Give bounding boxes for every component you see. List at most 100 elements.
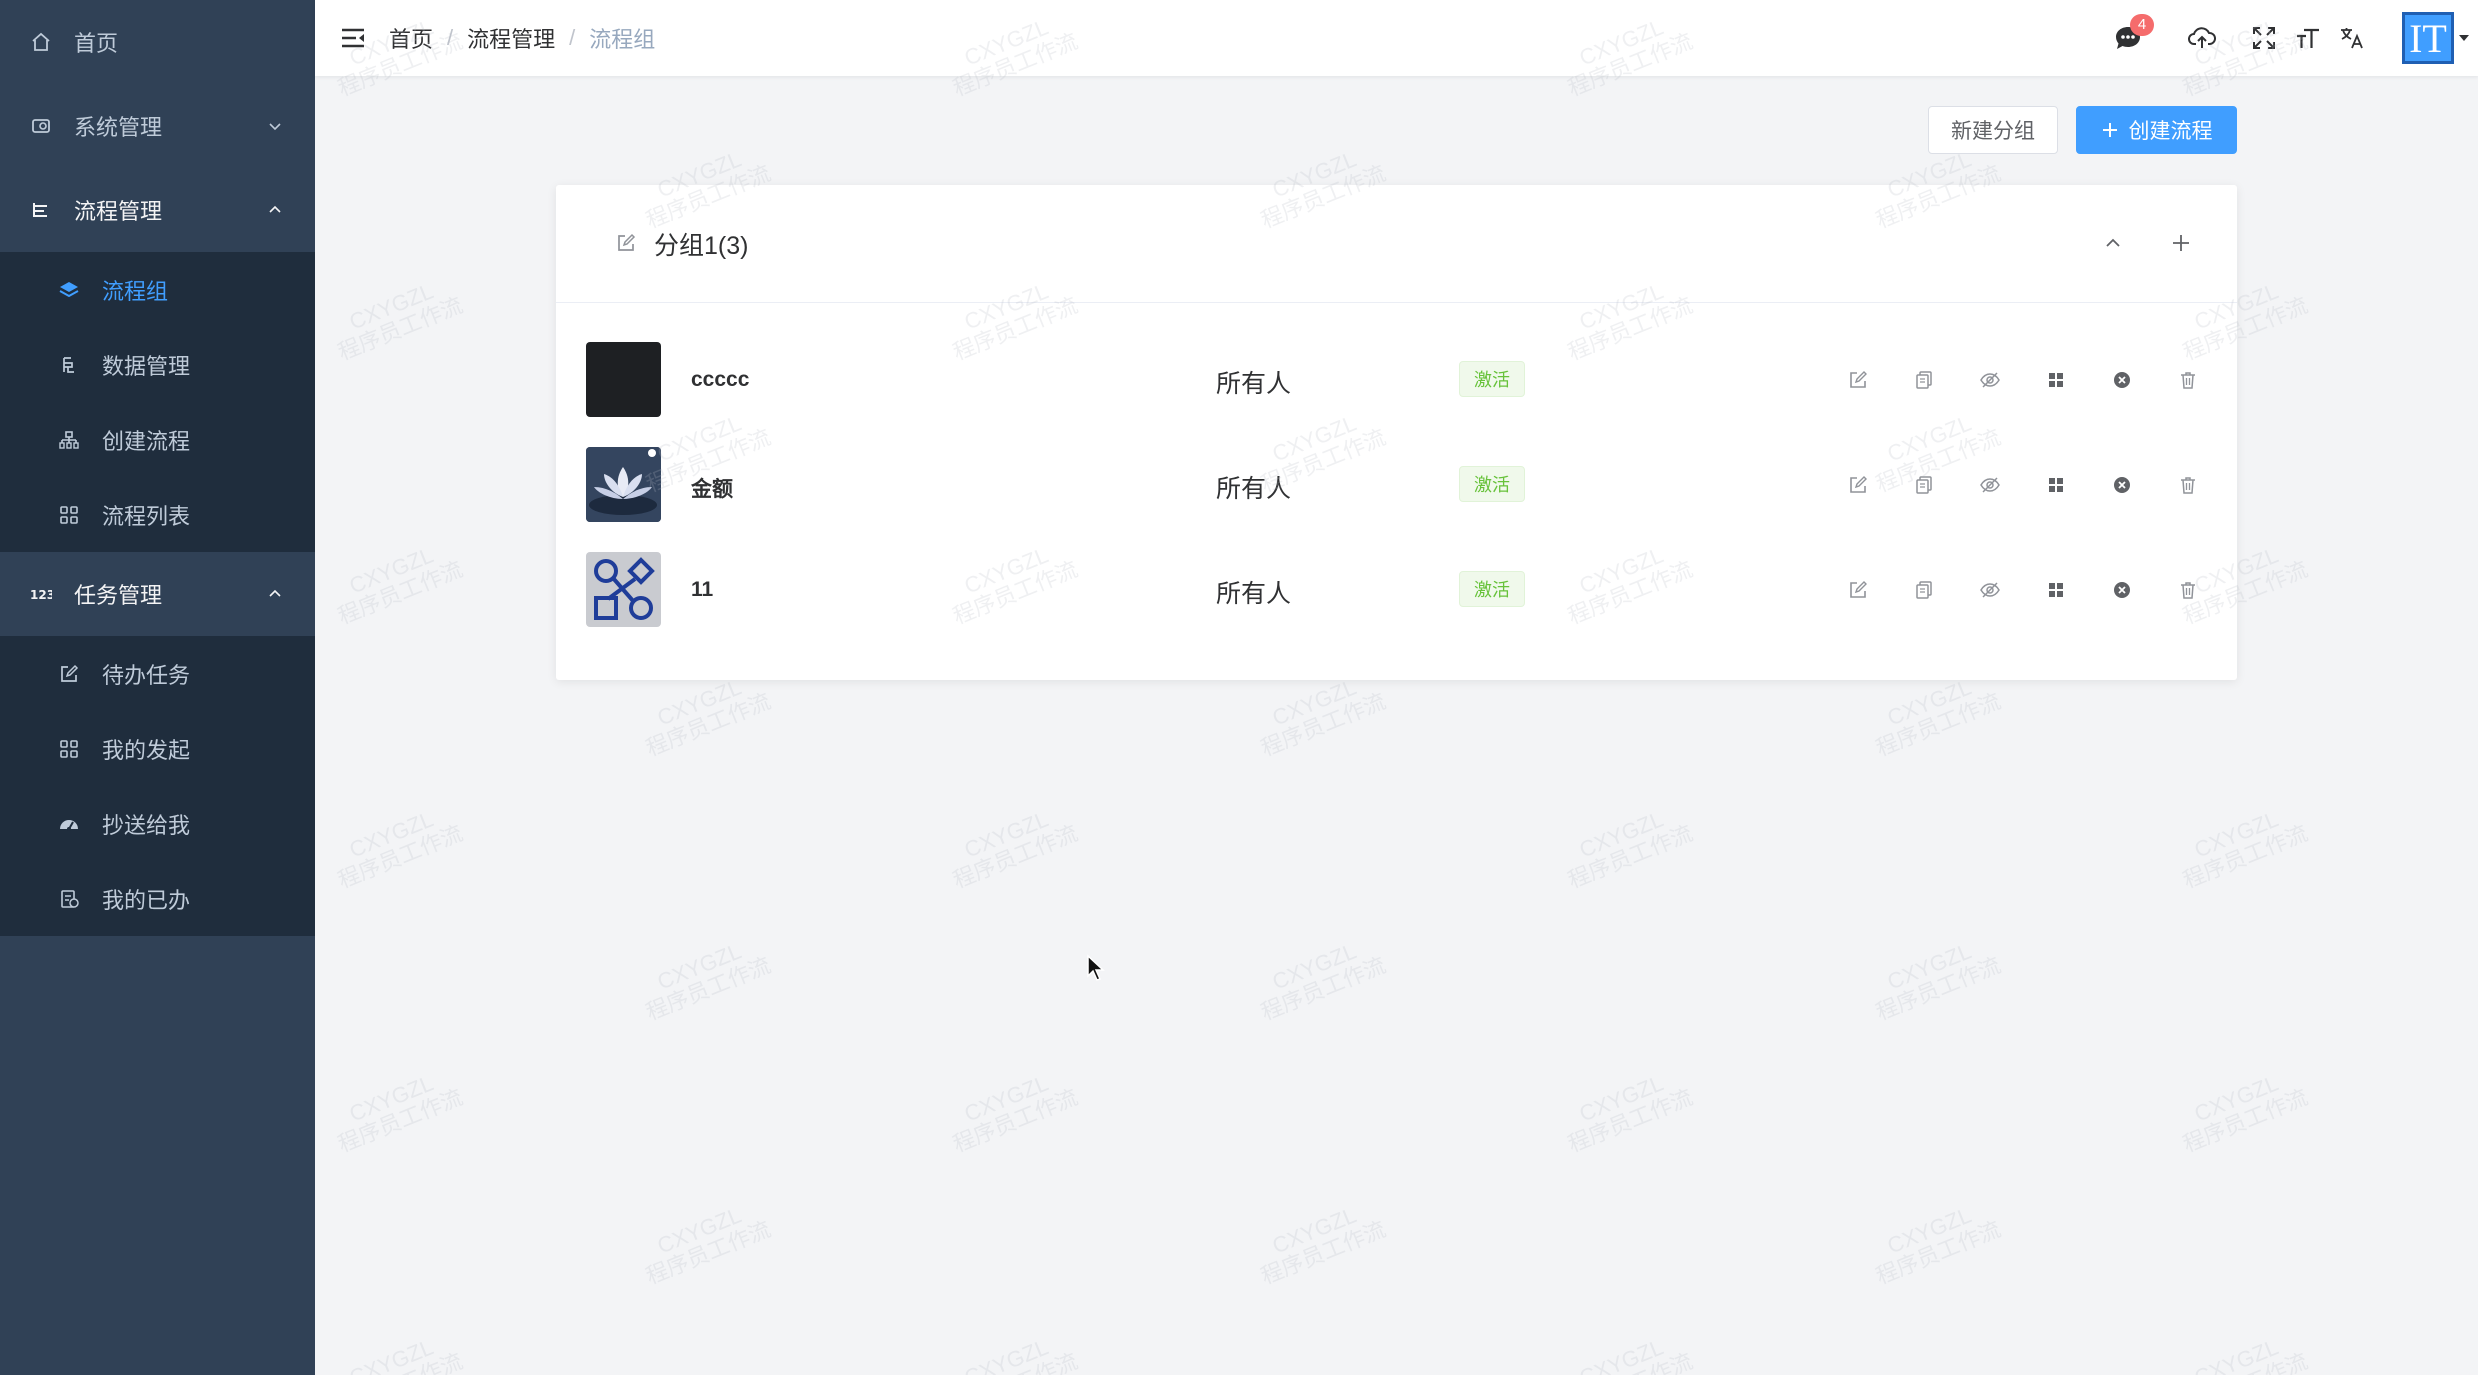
sidebar-item-label: 待办任务 xyxy=(102,662,191,688)
mouse-cursor-icon xyxy=(1086,954,1106,987)
process-name[interactable]: 11 xyxy=(691,578,713,602)
sidebar-item-my-started[interactable]: 我的发起 xyxy=(0,711,315,786)
watermark-text: CXYGZL 程序员工作流 xyxy=(949,806,1082,894)
process-name[interactable]: ccccc xyxy=(691,368,749,392)
copy-icon[interactable] xyxy=(1908,469,1940,501)
watermark-text: CXYGZL 程序员工作流 xyxy=(642,674,775,762)
plus-icon xyxy=(2101,121,2119,139)
sidebar-item-label: 流程列表 xyxy=(102,503,191,529)
breadcrumb-process[interactable]: 流程管理 xyxy=(467,22,555,54)
process-owner: 所有人 xyxy=(1216,475,1292,503)
sidebar-item-label: 任务管理 xyxy=(74,583,163,608)
task-submenu: 待办任务 我的发起 抄送给我 我的已办 xyxy=(0,636,315,936)
group-card: 分组1(3) ccccc 所有人 激活 金额 所有人 激活 11 所有人 激活 xyxy=(556,185,2237,680)
sidebar-item-label: 流程管理 xyxy=(74,199,163,224)
hide-icon[interactable] xyxy=(1974,364,2006,396)
watermark-text: CXYGZL 程序员工作流 xyxy=(2179,806,2312,894)
status-badge: 激活 xyxy=(1459,571,1525,607)
new-group-label: 新建分组 xyxy=(1951,120,2035,143)
edit-icon xyxy=(58,663,80,685)
hamburger-menu-icon[interactable] xyxy=(339,24,367,52)
edit-icon[interactable] xyxy=(1842,364,1874,396)
sidebar: 首页 系统管理 流程管理 流程组 数据管理 创建流程 流程列表 123 任务管理… xyxy=(0,0,315,1375)
new-group-button[interactable]: 新建分组 xyxy=(1928,106,2058,154)
sidebar-item-system[interactable]: 系统管理 xyxy=(0,84,315,168)
sidebar-item-process[interactable]: 流程管理 xyxy=(0,168,315,252)
delete-icon[interactable] xyxy=(2172,364,2204,396)
sidebar-item-my-done[interactable]: 我的已办 xyxy=(0,861,315,936)
chevron-up-icon[interactable] xyxy=(2099,229,2127,257)
process-owner: 所有人 xyxy=(1216,370,1292,398)
fullscreen-icon[interactable] xyxy=(2244,18,2284,58)
sidebar-item-cc-to-me[interactable]: 抄送给我 xyxy=(0,786,315,861)
sidebar-item-create-process[interactable]: 创建流程 xyxy=(0,402,315,477)
hide-icon[interactable] xyxy=(1974,469,2006,501)
delete-icon[interactable] xyxy=(2172,574,2204,606)
row-actions xyxy=(1842,469,2238,501)
watermark-text: CXYGZL 程序员工作流 xyxy=(1872,1202,2005,1290)
watermark-text: CXYGZL 程序员工作流 xyxy=(1872,938,2005,1026)
grid-icon xyxy=(58,738,80,760)
data-icon xyxy=(58,354,80,376)
close-circle-icon[interactable] xyxy=(2106,469,2138,501)
apps-icon[interactable] xyxy=(2040,364,2072,396)
sidebar-item-data-management[interactable]: 数据管理 xyxy=(0,327,315,402)
close-circle-icon[interactable] xyxy=(2106,574,2138,606)
svg-text:123: 123 xyxy=(30,588,52,602)
hide-icon[interactable] xyxy=(1974,574,2006,606)
delete-icon[interactable] xyxy=(2172,469,2204,501)
sidebar-item-label: 抄送给我 xyxy=(102,812,191,838)
apps-icon[interactable] xyxy=(2040,574,2072,606)
breadcrumb: 首页 / 流程管理 / 流程组 xyxy=(389,22,655,54)
watermark-text: CXYGZL 程序员工作流 xyxy=(334,806,467,894)
home-icon xyxy=(30,31,52,53)
sidebar-item-task[interactable]: 123 任务管理 xyxy=(0,552,315,636)
watermark-text: CXYGZL 程序员工作流 xyxy=(1257,938,1390,1026)
sidebar-item-process-list[interactable]: 流程列表 xyxy=(0,477,315,552)
shapes-image xyxy=(594,557,655,620)
language-icon[interactable] xyxy=(2332,18,2372,58)
add-icon[interactable] xyxy=(2167,229,2195,257)
breadcrumb-home[interactable]: 首页 xyxy=(389,22,433,54)
message-icon[interactable]: 4 xyxy=(2108,14,2154,58)
watermark-text: CXYGZL 程序员工作流 xyxy=(2179,1334,2311,1375)
top-navbar: 首页 / 流程管理 / 流程组 4 IT xyxy=(315,0,2478,76)
layers-icon xyxy=(58,279,80,301)
process-row: 金额 所有人 激活 xyxy=(556,447,2237,522)
create-process-button[interactable]: 创建流程 xyxy=(2076,106,2237,154)
breadcrumb-current: 流程组 xyxy=(589,27,656,52)
watermark-text: CXYGZL 程序员工作流 xyxy=(949,1334,1081,1375)
watermark-text: CXYGZL 程序员工作流 xyxy=(642,1202,775,1290)
watermark-text: CXYGZL 程序员工作流 xyxy=(1564,806,1697,894)
row-actions xyxy=(1842,364,2238,396)
cloud-upload-icon[interactable] xyxy=(2182,18,2222,58)
copy-icon[interactable] xyxy=(1908,364,1940,396)
copy-icon[interactable] xyxy=(1908,574,1940,606)
process-owner: 所有人 xyxy=(1216,580,1292,608)
edit-icon[interactable] xyxy=(1842,574,1874,606)
avatar[interactable]: IT xyxy=(2402,12,2454,64)
row-actions xyxy=(1842,574,2238,606)
edit-icon[interactable] xyxy=(1842,469,1874,501)
process-row: 11 所有人 激活 xyxy=(556,552,2237,627)
sidebar-item-process-group[interactable]: 流程组 xyxy=(0,252,315,327)
chevron-up-icon xyxy=(267,202,283,218)
watermark-text: CXYGZL 程序员工作流 xyxy=(949,1070,1082,1158)
process-name[interactable]: 金额 xyxy=(691,473,733,503)
notification-badge: 4 xyxy=(2130,14,2154,36)
process-submenu: 流程组 数据管理 创建流程 流程列表 xyxy=(0,252,315,552)
watermark-text: CXYGZL 程序员工作流 xyxy=(1564,1334,1696,1375)
close-circle-icon[interactable] xyxy=(2106,364,2138,396)
done-icon xyxy=(58,888,80,910)
watermark-text: CXYGZL 程序员工作流 xyxy=(1872,674,2005,762)
chevron-down-icon xyxy=(267,118,283,134)
apps-icon[interactable] xyxy=(2040,469,2072,501)
sidebar-item-label: 我的发起 xyxy=(102,737,191,763)
sidebar-item-todo[interactable]: 待办任务 xyxy=(0,636,315,711)
caret-down-icon[interactable] xyxy=(2458,33,2470,43)
lotus-image xyxy=(586,447,661,522)
edit-group-icon[interactable] xyxy=(616,233,638,255)
font-size-icon[interactable] xyxy=(2288,18,2328,58)
sidebar-item-home[interactable]: 首页 xyxy=(0,0,315,84)
breadcrumb-separator: / xyxy=(569,25,576,50)
